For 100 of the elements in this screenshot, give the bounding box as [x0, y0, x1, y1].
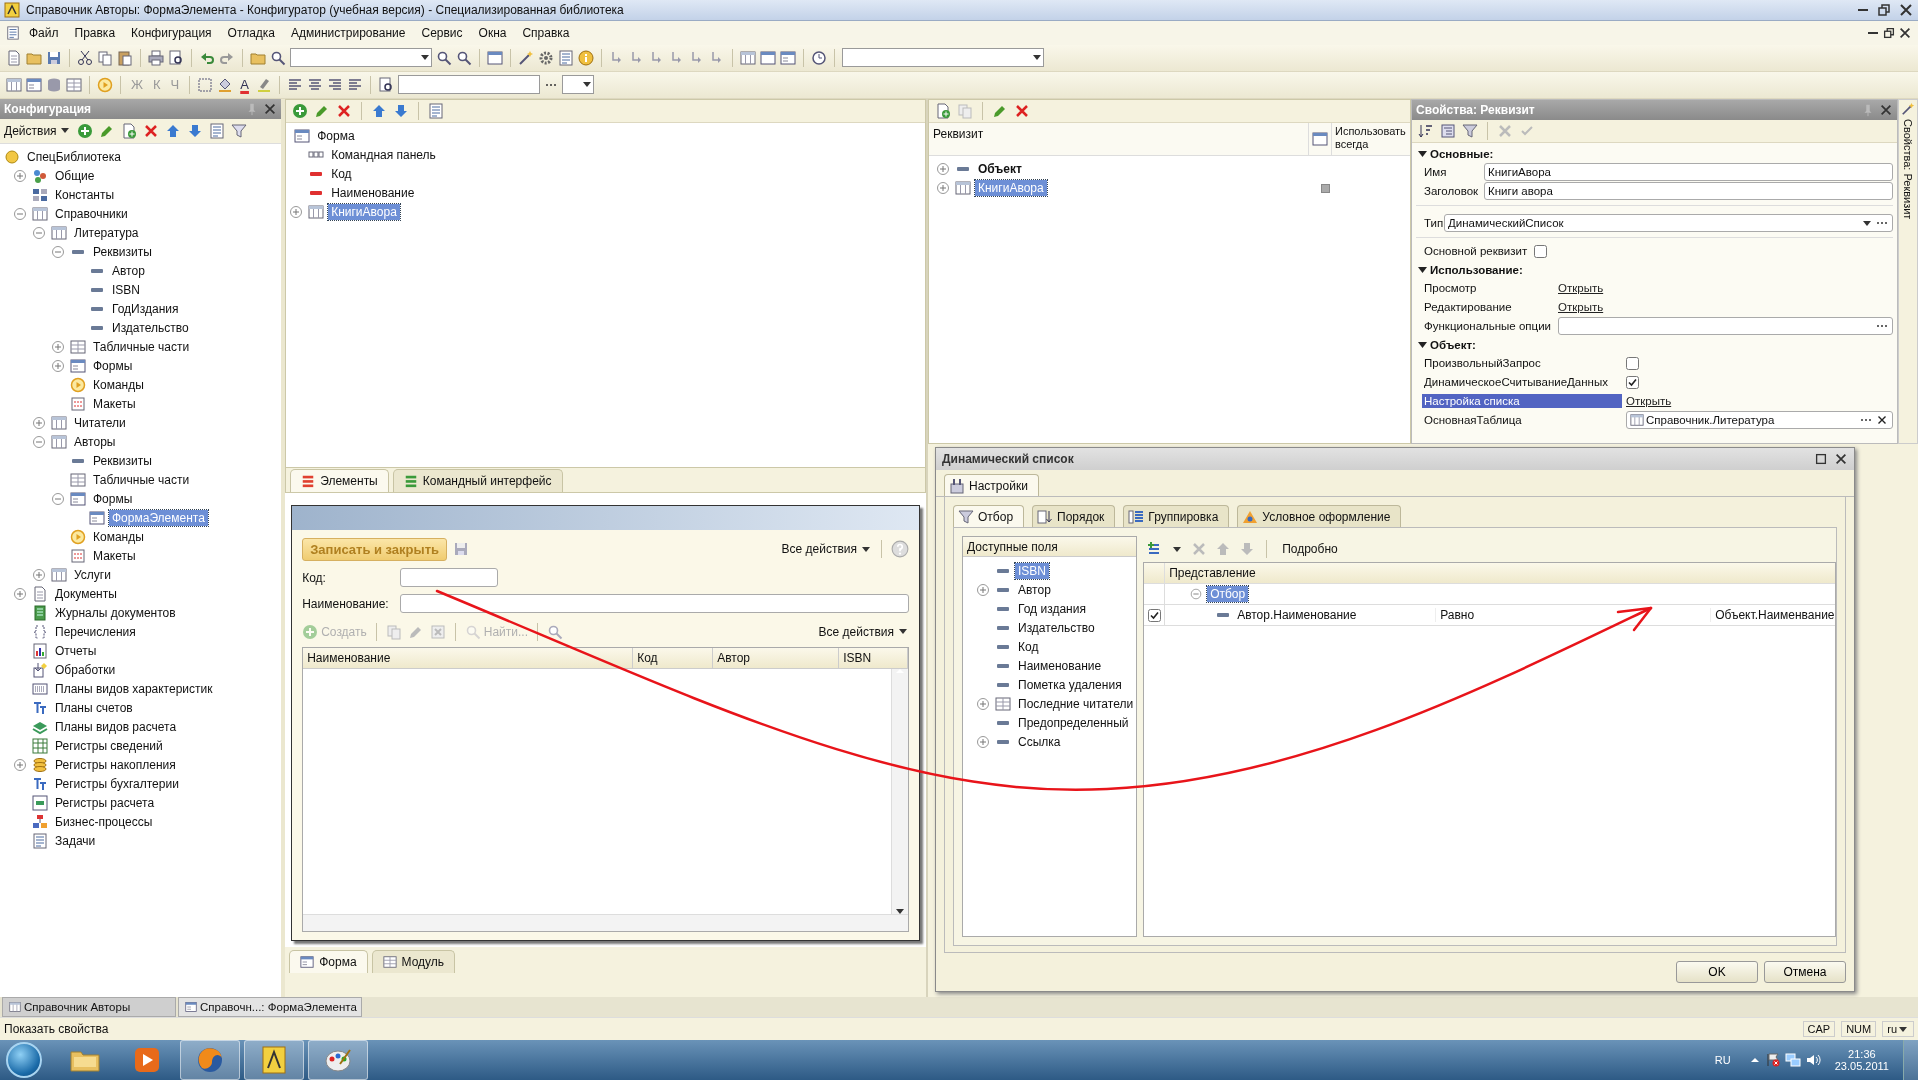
input-field[interactable]: [400, 594, 909, 614]
caret-icon[interactable]: [1033, 55, 1041, 61]
column-header[interactable]: Автор: [713, 647, 840, 668]
tree-item[interactable]: Табличные части: [90, 339, 193, 356]
taskbar-button[interactable]: [244, 1040, 304, 1080]
gear-icon[interactable]: [538, 49, 554, 66]
tree-item[interactable]: Авторы: [71, 434, 119, 451]
combo-field[interactable]: [842, 48, 1044, 68]
combo-field[interactable]: ДинамическийСписок: [1444, 214, 1893, 233]
preview-icon[interactable]: [168, 49, 184, 66]
tree-item[interactable]: Год издания: [1015, 600, 1089, 617]
tree-item[interactable]: Автор: [1015, 581, 1054, 598]
input-field[interactable]: [400, 568, 499, 588]
property-label[interactable]: Просмотр: [1422, 281, 1554, 296]
column-header[interactable]: Реквизит: [929, 122, 1308, 155]
link[interactable]: Открыть: [1558, 282, 1893, 295]
minimize-icon[interactable]: [1868, 31, 1878, 34]
tree-item[interactable]: Регистры бухгалтерии: [52, 776, 182, 793]
window-tab[interactable]: Справочн...: ФормаЭлемента: [178, 997, 362, 1018]
checkbox[interactable]: [1626, 356, 1639, 370]
filter-icon[interactable]: [230, 122, 247, 139]
search-icon[interactable]: [456, 49, 472, 66]
caret-icon[interactable]: [1863, 220, 1871, 226]
arrow-down-icon[interactable]: [1239, 541, 1256, 557]
tree-item[interactable]: Реквизиты: [90, 453, 155, 470]
clock[interactable]: 21:36 23.05.2011: [1824, 1048, 1899, 1072]
expand-icon[interactable]: [31, 567, 47, 584]
tree-item[interactable]: Константы: [52, 187, 118, 204]
tree-item[interactable]: Журналы документов: [52, 605, 179, 622]
search-icon[interactable]: [547, 623, 564, 640]
reference-field[interactable]: Справочник.Литература: [1626, 411, 1893, 430]
language-indicator[interactable]: RU: [1714, 1054, 1731, 1066]
tree-item[interactable]: Задачи: [52, 833, 99, 850]
column-header[interactable]: Наименование: [303, 647, 634, 668]
window-icon[interactable]: [760, 49, 776, 66]
expand-icon[interactable]: [50, 358, 66, 375]
filter-icon[interactable]: [1462, 122, 1478, 139]
property-label[interactable]: Заголовок: [1422, 184, 1480, 199]
collapse-icon[interactable]: [1418, 266, 1427, 273]
checkbox[interactable]: [1147, 608, 1161, 622]
expand-icon[interactable]: [935, 161, 951, 178]
tree-item[interactable]: СпецБиблиотека: [24, 149, 124, 166]
ellipsis-icon[interactable]: [1877, 325, 1887, 328]
tree-item[interactable]: Формы: [90, 491, 136, 508]
tree-item[interactable]: Литература: [71, 225, 142, 242]
delete-icon[interactable]: [336, 102, 353, 119]
combo-field[interactable]: [290, 48, 432, 68]
search-icon[interactable]: [270, 49, 286, 66]
align-icon[interactable]: [346, 76, 363, 93]
expand-icon[interactable]: [31, 415, 47, 432]
table-icon[interactable]: [740, 49, 756, 66]
show-desktop-button[interactable]: [1903, 1040, 1918, 1080]
tree-item[interactable]: Табличные части: [90, 472, 193, 489]
menu-item[interactable]: Окна: [471, 23, 514, 42]
tree-item[interactable]: Перечисления: [52, 624, 139, 641]
close-icon[interactable]: [1898, 1, 1914, 18]
tree-item[interactable]: Планы счетов: [52, 700, 136, 717]
printer-icon[interactable]: [148, 49, 164, 66]
expand-icon[interactable]: [288, 204, 305, 221]
property-label[interactable]: Настройка списка: [1422, 394, 1622, 409]
tab[interactable]: Командный интерфейс: [392, 468, 563, 492]
taskbar-button[interactable]: [308, 1040, 368, 1080]
close-icon[interactable]: [1879, 102, 1893, 117]
caret-icon[interactable]: [582, 82, 591, 88]
list-icon[interactable]: [558, 49, 574, 66]
tree-item[interactable]: Наименование: [328, 185, 418, 202]
combo-field[interactable]: [561, 75, 594, 95]
preview-icon[interactable]: [377, 76, 394, 93]
tree-item[interactable]: Предопределенный: [1015, 714, 1132, 731]
tree-item[interactable]: Отчеты: [52, 643, 100, 660]
expand-icon[interactable]: [12, 757, 28, 774]
save-icon[interactable]: [46, 49, 62, 66]
delete-icon[interactable]: [142, 122, 159, 139]
tree-item[interactable]: Планы видов расчета: [52, 719, 180, 736]
collapse-icon[interactable]: [1418, 341, 1427, 348]
text-field[interactable]: [397, 75, 540, 95]
tree-item[interactable]: Регистры расчета: [52, 795, 158, 812]
table-icon[interactable]: [6, 76, 22, 93]
tree-item[interactable]: Макеты: [90, 396, 139, 413]
collapse-icon[interactable]: [1418, 150, 1427, 157]
property-label[interactable]: Основной реквизит: [1422, 244, 1530, 259]
clock-icon[interactable]: [811, 49, 827, 66]
column-header[interactable]: Использовать всегда: [1331, 122, 1410, 155]
tree-item[interactable]: Ссылка: [1015, 733, 1064, 750]
copy-icon[interactable]: [97, 49, 113, 66]
property-label[interactable]: ПроизвольныйЗапрос: [1422, 356, 1622, 371]
caret-icon[interactable]: [1173, 546, 1182, 552]
ellipsis-icon[interactable]: [545, 83, 556, 86]
tree-item[interactable]: Объект: [975, 161, 1025, 178]
tree-item[interactable]: Автор: [109, 263, 148, 280]
add-icon[interactable]: [292, 102, 309, 119]
expand-icon[interactable]: [935, 180, 951, 197]
input-field[interactable]: [1558, 317, 1893, 336]
tree-item[interactable]: Команды: [90, 377, 147, 394]
tree-item[interactable]: Услуги: [71, 567, 114, 584]
expand-icon[interactable]: [12, 586, 28, 603]
delete-icon[interactable]: [1014, 102, 1030, 119]
network-icon[interactable]: [1784, 1052, 1801, 1068]
tree-item[interactable]: Бизнес-процессы: [52, 814, 156, 831]
tree-item[interactable]: Командная панель: [328, 147, 439, 164]
